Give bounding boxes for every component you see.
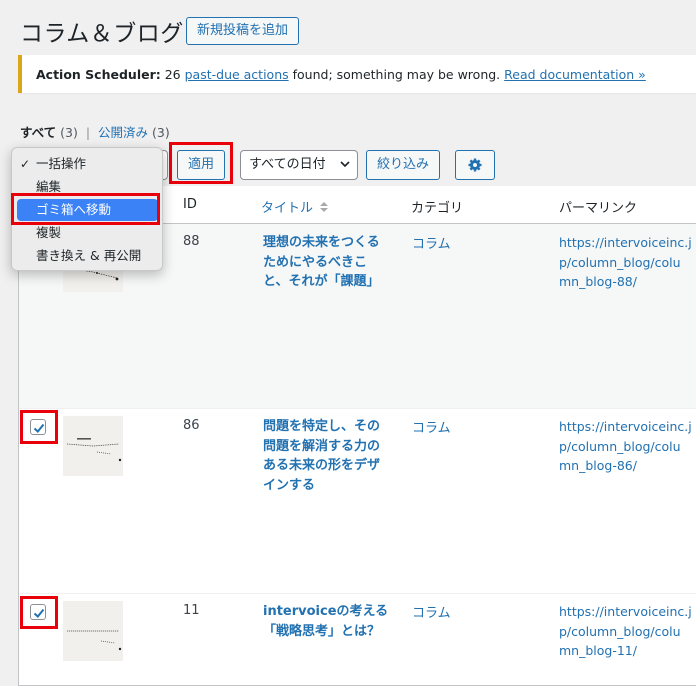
checkmark-icon — [33, 423, 45, 433]
notice-count: 26 — [160, 67, 185, 82]
column-title[interactable]: タイトル — [261, 197, 329, 218]
post-title-line: インする — [263, 477, 316, 493]
permalink-line: https://intervoiceinc.j — [559, 235, 692, 250]
row-checkbox[interactable] — [30, 419, 46, 435]
chevron-down-icon — [339, 151, 351, 190]
post-title-line: 問題を特定し、その — [263, 419, 381, 434]
read-documentation-link[interactable]: Read documentation » — [504, 67, 646, 82]
view-published-count: (3) — [152, 125, 170, 140]
menu-item-edit[interactable]: 編集 — [12, 176, 164, 198]
date-filter-select[interactable]: すべての日付 — [240, 150, 358, 180]
past-due-actions-link[interactable]: past-due actions — [185, 67, 289, 82]
permalink-line: mn_blog-86/ — [559, 458, 637, 473]
view-published[interactable]: 公開済み — [98, 125, 148, 140]
permalink-line: mn_blog-88/ — [559, 274, 637, 289]
permalink-line: p/column_blog/colu — [559, 623, 681, 639]
sort-icon — [319, 200, 329, 218]
row-checkbox[interactable] — [30, 604, 46, 620]
permalink-line: mn_blog-11/ — [559, 643, 637, 658]
post-permalink[interactable]: https://intervoiceinc.j p/column_blog/co… — [559, 233, 694, 292]
post-title-line: 理想の未来をつくる — [263, 235, 380, 250]
post-title-link[interactable]: 問題を特定し、その 問題を解消する力の ある未来の形をデザ インする — [263, 417, 395, 495]
post-permalink[interactable]: https://intervoiceinc.j p/column_blog/co… — [559, 602, 694, 661]
menu-item-bulk-actions[interactable]: ✓ 一括操作 — [12, 153, 164, 175]
view-separator: | — [85, 125, 91, 140]
action-scheduler-notice: Action Scheduler: 26 past-due actions fo… — [18, 55, 696, 93]
permalink-line: https://intervoiceinc.j — [559, 419, 692, 434]
gear-icon — [468, 158, 482, 172]
filter-button[interactable]: 絞り込み — [366, 150, 441, 180]
post-id: 86 — [183, 418, 200, 433]
add-new-post-button[interactable]: 新規投稿を追加 — [186, 17, 300, 45]
menu-item-move-to-trash[interactable]: ゴミ箱へ移動 — [17, 199, 158, 221]
permalink-line: p/column_blog/colu — [559, 254, 681, 270]
bulk-actions-menu: ✓ 一括操作 編集 ゴミ箱へ移動 複製 書き換え & 再公開 — [11, 147, 163, 271]
post-title-line: ためにやるべきこ — [263, 254, 368, 270]
column-id: ID — [183, 197, 197, 212]
column-category: カテゴリ — [411, 201, 464, 216]
menu-item-rewrite-republish[interactable]: 書き換え & 再公開 — [12, 245, 164, 267]
post-title-line: ある未来の形をデザ — [263, 458, 381, 473]
post-title-line: と、それが「課題」 — [263, 274, 380, 289]
post-status-filter: すべて (3) | 公開済み (3) — [20, 122, 170, 141]
column-permalink: パーマリンク — [559, 201, 638, 216]
post-category-link[interactable]: コラム — [412, 602, 451, 621]
checkmark-icon — [33, 608, 45, 618]
post-title-line: 問題を解消する力の — [263, 438, 381, 454]
view-all-count: (3) — [60, 125, 78, 140]
menu-item-label: 一括操作 — [36, 156, 87, 171]
apply-button[interactable]: 適用 — [177, 150, 226, 180]
post-category-link[interactable]: コラム — [412, 417, 451, 436]
post-thumbnail — [63, 601, 123, 661]
post-title-link[interactable]: 理想の未来をつくる ためにやるべきこ と、それが「課題」 — [263, 233, 395, 292]
post-title-line: 「戦略思考」とは？ — [263, 623, 381, 639]
post-category-link[interactable]: コラム — [412, 233, 451, 252]
view-all[interactable]: すべて — [20, 125, 56, 140]
post-title-link[interactable]: intervoiceの考える 「戦略思考」とは？ — [263, 602, 403, 641]
post-id: 88 — [183, 234, 200, 249]
permalink-line: https://intervoiceinc.j — [559, 604, 692, 619]
permalink-line: p/column_blog/colu — [559, 438, 681, 454]
checkmark-icon: ✓ — [20, 157, 31, 171]
post-title-line: intervoiceの考える — [263, 604, 389, 619]
menu-item-duplicate[interactable]: 複製 — [12, 222, 164, 244]
post-thumbnail — [63, 416, 123, 476]
page-title: コラム＆ブログ — [20, 21, 184, 47]
settings-button[interactable] — [455, 150, 495, 180]
date-filter-value: すべての日付 — [249, 157, 326, 172]
column-title-label: タイトル — [261, 201, 314, 216]
notice-prefix: Action Scheduler: — [36, 67, 161, 82]
post-permalink[interactable]: https://intervoiceinc.j p/column_blog/co… — [559, 417, 694, 476]
post-id: 11 — [183, 603, 200, 618]
notice-text: found; something may be wrong. — [288, 67, 505, 82]
